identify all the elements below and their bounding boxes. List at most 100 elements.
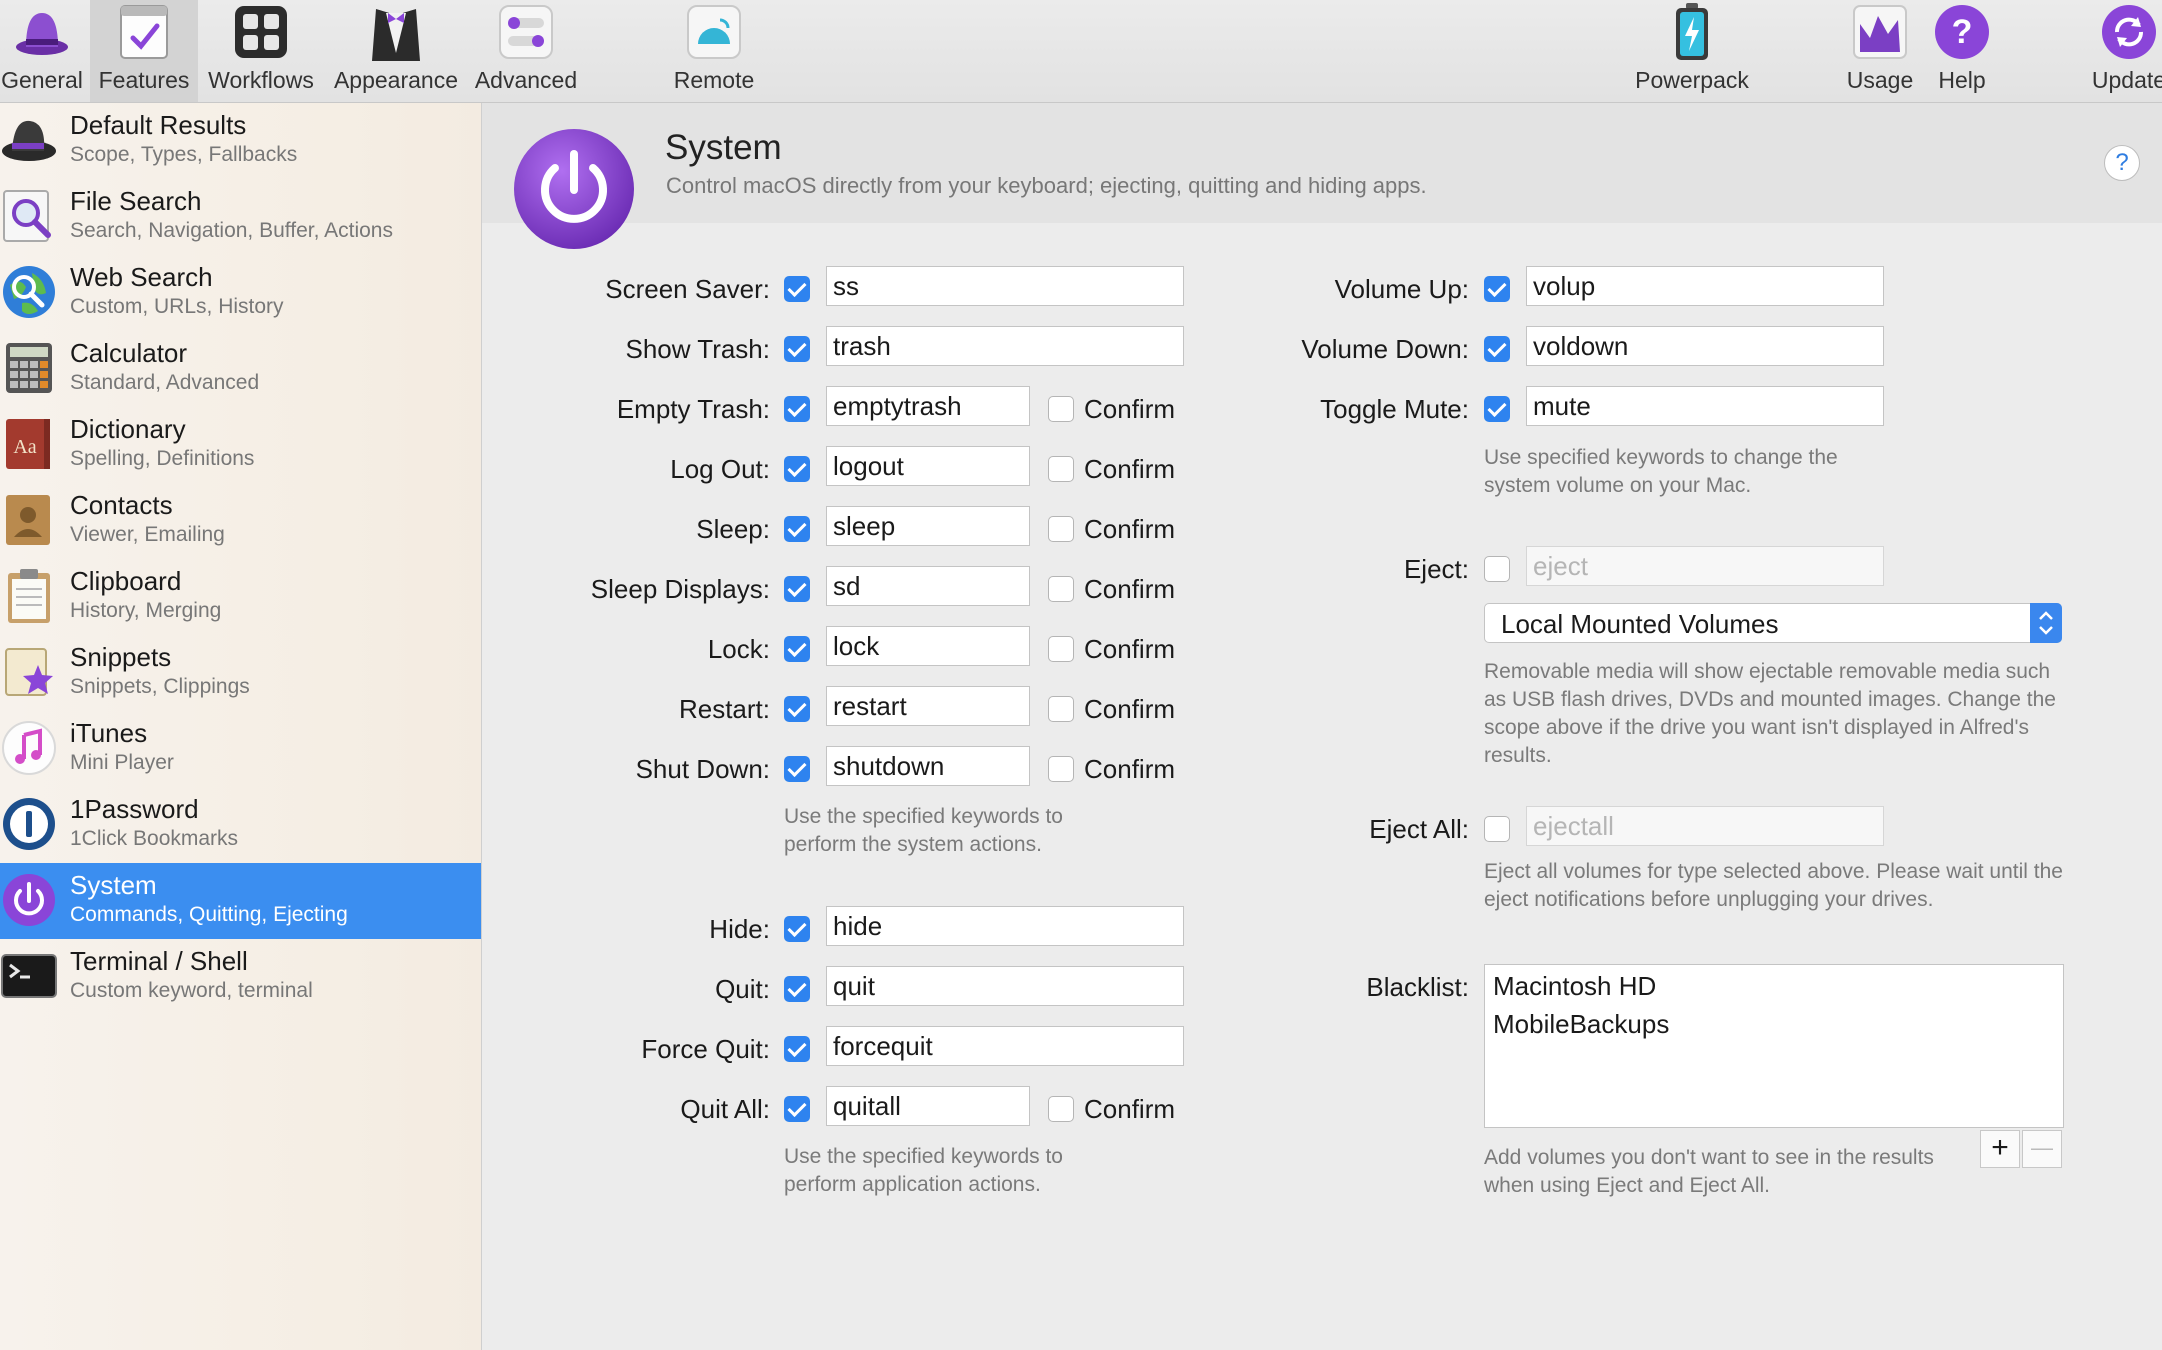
show-trash-keyword-input[interactable]: trash <box>826 326 1184 366</box>
sidebar-item-default-results[interactable]: Default Results Scope, Types, Fallbacks <box>0 103 481 179</box>
sleep-displays-keyword-input[interactable]: sd <box>826 566 1030 606</box>
sidebar-item-snippets[interactable]: Snippets Snippets, Clippings <box>0 635 481 711</box>
quit-all-keyword-input[interactable]: quitall <box>826 1086 1030 1126</box>
toolbar-tab-advanced[interactable]: Advanced <box>470 0 582 102</box>
sidebar-item-1password[interactable]: 1Password 1Click Bookmarks <box>0 787 481 863</box>
show-trash-checkbox[interactable] <box>784 336 810 362</box>
toolbar-tab-usage[interactable]: Usage <box>1838 0 1922 102</box>
sidebar-item-clipboard[interactable]: Clipboard History, Merging <box>0 559 481 635</box>
sidebar-item-file-search[interactable]: File Search Search, Navigation, Buffer, … <box>0 179 481 255</box>
quit-all-checkbox[interactable] <box>784 1096 810 1122</box>
empty-trash-keyword-input[interactable]: emptytrash <box>826 386 1030 426</box>
screen-saver-keyword-input[interactable]: ss <box>826 266 1184 306</box>
eject-all-keyword-input[interactable]: ejectall <box>1526 806 1884 846</box>
keyhole-icon <box>3 798 55 850</box>
sidebar-item-title: 1Password <box>70 794 199 824</box>
quit-checkbox[interactable] <box>784 976 810 1002</box>
add-volume-button[interactable]: + <box>1980 1130 2020 1168</box>
list-item[interactable]: Macintosh HD <box>1493 971 1656 1002</box>
log-out-keyword-input[interactable]: logout <box>826 446 1030 486</box>
empty-trash-confirm-checkbox[interactable] <box>1048 396 1074 422</box>
log-out-checkbox[interactable] <box>784 456 810 482</box>
sidebar-item-title: System <box>70 870 157 900</box>
sleep-confirm-checkbox[interactable] <box>1048 516 1074 542</box>
toolbar-tab-features[interactable]: Features <box>90 0 198 102</box>
sleep-keyword-input[interactable]: sleep <box>826 506 1030 546</box>
eject-checkbox[interactable] <box>1484 556 1510 582</box>
force-quit-checkbox[interactable] <box>784 1036 810 1062</box>
toolbar-label: Workflows <box>208 67 314 93</box>
log-out-confirm-checkbox[interactable] <box>1048 456 1074 482</box>
blacklist-list[interactable]: Macintosh HD MobileBackups <box>1484 964 2064 1128</box>
update-icon <box>2099 2 2159 62</box>
toolbar-tab-powerpack[interactable]: Powerpack <box>1628 0 1756 102</box>
volume-up-checkbox[interactable] <box>1484 276 1510 302</box>
screen-saver-checkbox[interactable] <box>784 276 810 302</box>
force-quit-keyword-input[interactable]: forcequit <box>826 1026 1184 1066</box>
lock-confirm-checkbox[interactable] <box>1048 636 1074 662</box>
confirm-label: Confirm <box>1084 694 1176 724</box>
toolbar-label: Update <box>2091 67 2162 93</box>
toolbar-tab-appearance[interactable]: Appearance <box>326 0 466 102</box>
dictionary-book-icon: Aa <box>6 419 50 469</box>
toolbar-tab-remote[interactable]: Remote <box>662 0 766 102</box>
sidebar-item-calculator[interactable]: Calculator Standard, Advanced <box>0 331 481 407</box>
hide-checkbox[interactable] <box>784 916 810 942</box>
lock-keyword-input[interactable]: lock <box>826 626 1030 666</box>
empty-trash-checkbox[interactable] <box>784 396 810 422</box>
toolbar-tab-general[interactable]: General <box>0 0 84 102</box>
preferences-toolbar: General Features Workflows Appearance Ad… <box>0 0 2162 103</box>
sidebar-item-system[interactable]: System Commands, Quitting, Ejecting <box>0 863 481 939</box>
volume-down-checkbox[interactable] <box>1484 336 1510 362</box>
eject-all-label: Eject All: <box>1369 814 1469 844</box>
sleep-displays-confirm-checkbox[interactable] <box>1048 576 1074 602</box>
toggle-mute-keyword-input[interactable]: mute <box>1526 386 1884 426</box>
eject-keyword-input[interactable]: eject <box>1526 546 1884 586</box>
shut-down-keyword-input[interactable]: shutdown <box>826 746 1030 786</box>
hide-keyword-input[interactable]: hide <box>826 906 1184 946</box>
sidebar-item-contacts[interactable]: Contacts Viewer, Emailing <box>0 483 481 559</box>
toolbar-tab-help[interactable]: ? Help <box>1924 0 2000 102</box>
snippets-star-icon <box>5 648 53 696</box>
sidebar-item-title: Calculator <box>70 338 188 368</box>
quit-all-confirm-checkbox[interactable] <box>1048 1096 1074 1122</box>
sidebar-item-dictionary[interactable]: Aa Dictionary Spelling, Definitions <box>0 407 481 483</box>
shut-down-confirm-checkbox[interactable] <box>1048 756 1074 782</box>
sidebar-item-itunes[interactable]: iTunes Mini Player <box>0 711 481 787</box>
shut-down-checkbox[interactable] <box>784 756 810 782</box>
sidebar-item-terminal[interactable]: Terminal / Shell Custom keyword, termina… <box>0 939 481 1015</box>
remove-volume-button[interactable]: — <box>2022 1130 2062 1168</box>
restart-keyword-input[interactable]: restart <box>826 686 1030 726</box>
toolbar-tab-update[interactable]: Update <box>2084 0 2162 102</box>
sleep-checkbox[interactable] <box>784 516 810 542</box>
quit-keyword-input[interactable]: quit <box>826 966 1184 1006</box>
help-button[interactable]: ? <box>2104 145 2140 181</box>
toolbar-label: Features <box>98 67 190 93</box>
sidebar-item-title: Dictionary <box>70 414 186 444</box>
system-actions-help: Use the specified keywords to perform th… <box>784 805 1063 856</box>
volume-up-keyword-input[interactable]: volup <box>1526 266 1884 306</box>
eject-label: Eject: <box>1403 554 1469 584</box>
toolbar-label: Appearance <box>333 67 459 93</box>
remote-icon <box>684 2 744 62</box>
terminal-icon <box>1 954 57 998</box>
toolbar-label: Powerpack <box>1635 67 1749 93</box>
power-icon <box>3 874 55 926</box>
toolbar-tab-workflows[interactable]: Workflows <box>200 0 322 102</box>
hat-icon <box>12 2 72 62</box>
toggle-mute-label: Toggle Mute: <box>1320 394 1469 424</box>
sidebar-item-web-search[interactable]: Web Search Custom, URLs, History <box>0 255 481 331</box>
confirm-label: Confirm <box>1084 1094 1176 1124</box>
sidebar-item-subtitle: Viewer, Emailing <box>70 523 225 546</box>
lock-checkbox[interactable] <box>784 636 810 662</box>
sidebar-item-title: Default Results <box>70 110 247 140</box>
restart-confirm-checkbox[interactable] <box>1048 696 1074 722</box>
restart-checkbox[interactable] <box>784 696 810 722</box>
toggle-mute-checkbox[interactable] <box>1484 396 1510 422</box>
eject-all-checkbox[interactable] <box>1484 816 1510 842</box>
magnifier-document-icon <box>3 190 51 242</box>
sleep-displays-checkbox[interactable] <box>784 576 810 602</box>
volume-down-keyword-input[interactable]: voldown <box>1526 326 1884 366</box>
list-item[interactable]: MobileBackups <box>1493 1009 1669 1040</box>
eject-scope-select[interactable]: Local Mounted Volumes <box>1484 603 2062 643</box>
